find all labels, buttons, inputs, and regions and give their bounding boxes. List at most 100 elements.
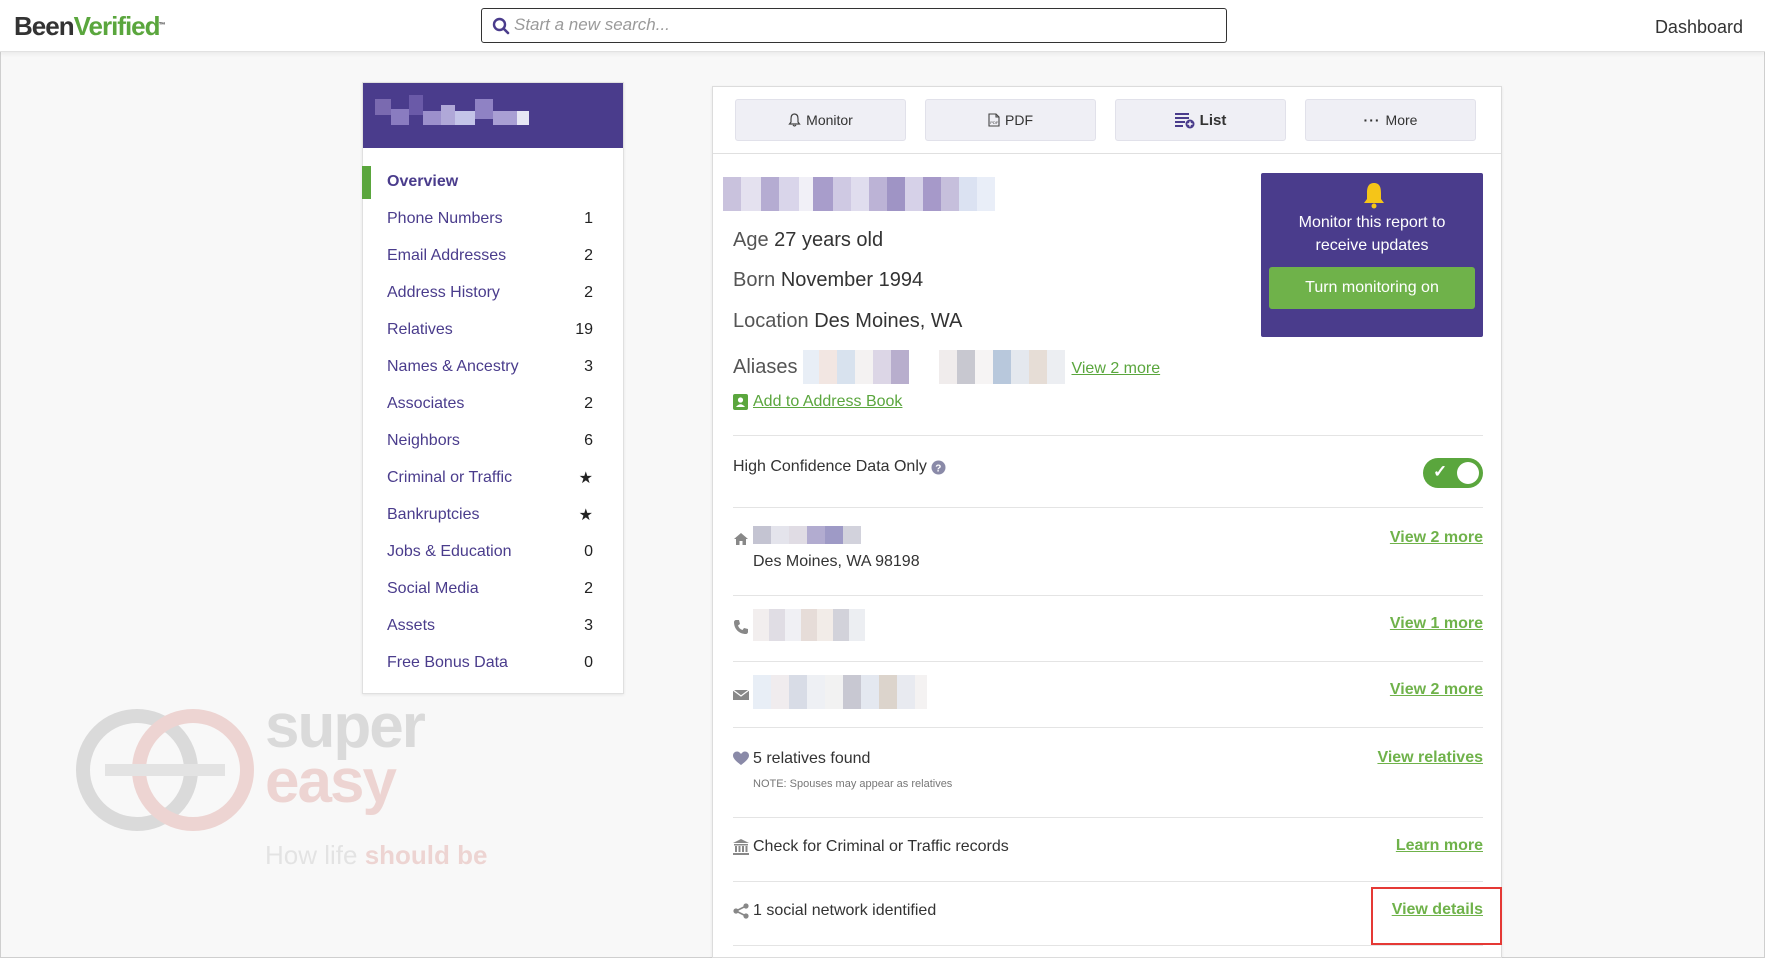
list-button-label: List	[1199, 111, 1227, 129]
born-line: Born November 1994	[733, 269, 923, 292]
relatives-row: 5 relatives found NOTE: Spouses may appe…	[733, 727, 1483, 817]
watermark-tagline: How life should be	[265, 840, 487, 871]
address-view-more-link[interactable]: View 2 more	[1390, 529, 1483, 547]
beenverified-logo[interactable]: BeenVerified ™	[14, 11, 166, 41]
sidebar-header-redacted-name	[363, 83, 623, 148]
age-value: 27 years old	[774, 229, 884, 251]
sidebar-item-label: Overview	[387, 172, 459, 190]
pixelated-name	[375, 95, 529, 125]
highlight-box	[1371, 887, 1502, 945]
dashboard-link[interactable]: Dashboard	[1655, 17, 1743, 38]
sidebar-item-overview[interactable]: Overview	[362, 163, 623, 200]
sidebar-item-names-ancestry[interactable]: Names & Ancestry 3	[363, 348, 623, 385]
toggle-knob	[1457, 462, 1479, 484]
high-confidence-row: High Confidence Data Only ? ✓	[733, 435, 1483, 507]
monitor-promo-box: Monitor this report to receive updates T…	[1261, 173, 1483, 337]
sidebar-item-label: Email Addresses	[387, 246, 507, 264]
sidebar-item-bankruptcies[interactable]: Bankruptcies ★	[363, 496, 623, 533]
aliases-view-more-link[interactable]: View 2 more	[1071, 360, 1160, 378]
envelope-icon	[733, 689, 749, 700]
monitor-button[interactable]: Monitor	[735, 99, 906, 141]
svg-text:?: ?	[935, 463, 941, 474]
turn-monitoring-on-button[interactable]: Turn monitoring on	[1269, 267, 1475, 309]
search-icon	[492, 17, 510, 35]
pixelated-street	[753, 526, 861, 544]
add-to-address-book-link[interactable]: Add to Address Book	[733, 393, 902, 411]
sidebar-item-label: Phone Numbers	[387, 209, 503, 227]
logo-trademark: ™	[158, 22, 166, 29]
high-confidence-label-wrap: High Confidence Data Only ?	[733, 458, 946, 476]
sidebar-item-assets[interactable]: Assets 3	[363, 607, 623, 644]
list-button[interactable]: List	[1115, 99, 1286, 141]
social-network-text: 1 social network identified	[753, 902, 937, 919]
email-row: View 2 more	[733, 661, 1483, 727]
sidebar-item-label: Bankruptcies	[387, 505, 480, 523]
report-sidebar: Overview Phone Numbers 1 Email Addresses 2…	[362, 82, 624, 694]
pixelated-aliases	[803, 350, 1066, 384]
sidebar-item-label: Neighbors	[387, 431, 460, 449]
help-circle-icon[interactable]: ?	[931, 460, 946, 475]
sidebar-item-label: Address History	[387, 283, 500, 301]
sidebar-item-count: 2	[584, 394, 593, 412]
sidebar-item-address-history[interactable]: Address History 2	[363, 274, 623, 311]
watermark-text-easy: easy	[265, 747, 397, 816]
sidebar-item-email-addresses[interactable]: Email Addresses 2	[363, 237, 623, 274]
bell-icon	[788, 113, 801, 127]
sidebar-item-criminal-traffic[interactable]: Criminal or Traffic ★	[363, 459, 623, 496]
phone-icon	[734, 620, 748, 634]
sidebar-item-count: 3	[584, 357, 593, 375]
relatives-note: NOTE: Spouses may appear as relatives	[753, 778, 953, 790]
sidebar-item-count: 1	[584, 209, 593, 227]
more-button-label: More	[1385, 112, 1418, 128]
criminal-learn-more-link[interactable]: Learn more	[1396, 837, 1483, 855]
sidebar-item-relatives[interactable]: Relatives 19	[363, 311, 623, 348]
sidebar-item-count: 19	[575, 320, 593, 338]
search-box[interactable]	[481, 8, 1227, 43]
address-row: Des Moines, WA 98198 View 2 more	[733, 507, 1483, 595]
sidebar-item-label: Jobs & Education	[387, 542, 512, 560]
report-card: Monitor PDF PDF List ··· More Age 27 yea…	[712, 86, 1502, 958]
supereasy-watermark: super easy How life should be	[75, 696, 515, 880]
sidebar-item-jobs-education[interactable]: Jobs & Education 0	[363, 533, 623, 570]
monitor-button-label: Monitor	[806, 112, 853, 128]
bottom-divider	[733, 945, 1483, 947]
pdf-button[interactable]: PDF PDF	[925, 99, 1096, 141]
star-icon: ★	[578, 469, 593, 487]
star-icon: ★	[578, 506, 593, 524]
sidebar-item-social-media[interactable]: Social Media 2	[363, 570, 623, 607]
sidebar-item-label: Free Bonus Data	[387, 653, 508, 671]
sidebar-item-phone-numbers[interactable]: Phone Numbers 1	[363, 200, 623, 237]
criminal-row: Check for Criminal or Traffic records Le…	[733, 817, 1483, 881]
ellipsis-icon: ···	[1363, 112, 1381, 128]
phone-view-more-link[interactable]: View 1 more	[1390, 615, 1483, 633]
sidebar-item-count: 2	[584, 579, 593, 597]
sidebar-item-free-bonus-data[interactable]: Free Bonus Data 0	[363, 644, 623, 681]
high-confidence-toggle[interactable]: ✓	[1423, 458, 1483, 488]
sidebar-item-count: 6	[584, 431, 593, 449]
supereasy-logo-icon	[76, 709, 254, 831]
pixelated-full-name	[723, 177, 995, 211]
logo-text-been: Been	[14, 11, 75, 41]
address-city-text: Des Moines, WA 98198	[753, 553, 920, 570]
pixelated-phone	[753, 609, 865, 641]
aliases-label: Aliases	[733, 355, 798, 378]
sidebar-item-label: Criminal or Traffic	[387, 468, 513, 486]
sidebar-item-neighbors[interactable]: Neighbors 6	[363, 422, 623, 459]
high-confidence-label: High Confidence Data Only	[733, 458, 927, 475]
sidebar-item-label: Associates	[387, 394, 465, 412]
sidebar-item-label: Social Media	[387, 579, 479, 597]
pixelated-email	[753, 675, 927, 709]
sidebar-item-count: 3	[584, 616, 593, 634]
top-header: BeenVerified™ Dashboard	[0, 0, 1765, 52]
view-relatives-link[interactable]: View relatives	[1377, 749, 1483, 767]
criminal-check-text: Check for Criminal or Traffic records	[753, 838, 1009, 855]
check-icon: ✓	[1433, 462, 1448, 481]
phone-row: View 1 more	[733, 595, 1483, 661]
more-button[interactable]: ··· More	[1305, 99, 1476, 141]
email-view-more-link[interactable]: View 2 more	[1390, 681, 1483, 699]
watermark-tagline-a: How life	[265, 840, 365, 870]
home-icon	[734, 533, 748, 545]
report-toolbar: Monitor PDF PDF List ··· More	[713, 87, 1501, 154]
sidebar-item-associates[interactable]: Associates 2	[363, 385, 623, 422]
search-input[interactable]	[514, 9, 1214, 41]
